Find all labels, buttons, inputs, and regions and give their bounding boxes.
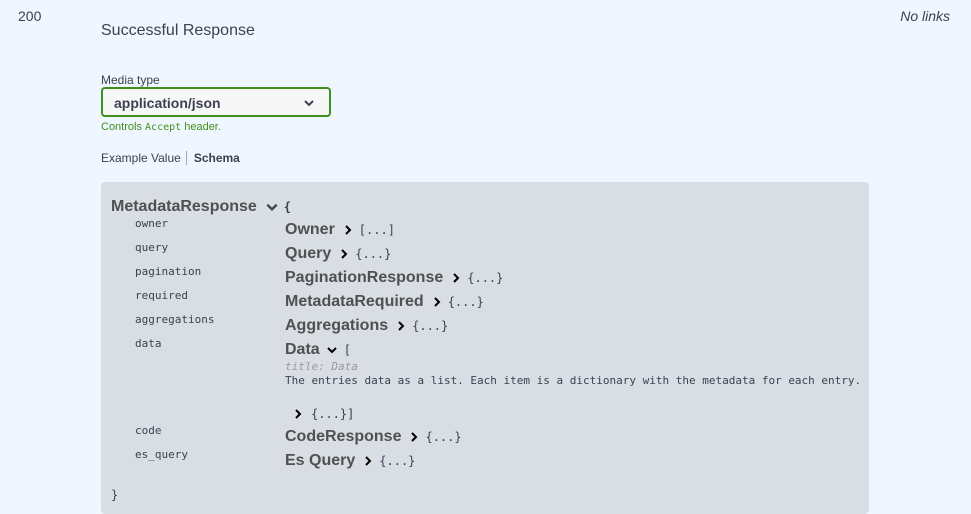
prop-type-data[interactable]: Data [ <box>285 341 351 359</box>
prop-type-required[interactable]: MetadataRequired {...} <box>285 293 484 311</box>
data-description: The entries data as a list. Each item is… <box>285 374 862 387</box>
model-header[interactable]: MetadataResponse { <box>111 198 291 216</box>
chevron-right-icon[interactable] <box>409 431 419 443</box>
prop-name-data: data <box>135 337 162 350</box>
chevron-right-icon[interactable] <box>343 224 353 236</box>
collapsed-value: {...} <box>467 271 504 285</box>
chevron-right-icon[interactable] <box>293 408 303 420</box>
tab-schema[interactable]: Schema <box>187 151 240 165</box>
type-name: PaginationResponse <box>285 269 444 286</box>
media-type-select[interactable]: application/json <box>101 87 331 117</box>
open-brace: { <box>283 200 291 214</box>
prop-type-query[interactable]: Query {...} <box>285 245 391 263</box>
controls-accept-note: Controls Accept header. <box>101 121 221 133</box>
prop-type-pagination[interactable]: PaginationResponse {...} <box>285 269 503 287</box>
prop-type-owner[interactable]: Owner [...] <box>285 221 395 239</box>
type-name: Aggregations <box>285 317 389 334</box>
prop-name-code: code <box>135 424 162 437</box>
type-name: Owner <box>285 221 335 238</box>
open-bracket: [ <box>343 343 351 357</box>
controls-code: Accept <box>145 122 182 133</box>
collapsed-value: {...} <box>447 295 484 309</box>
prop-name-owner: owner <box>135 217 169 230</box>
example-schema-tabs: Example Value Schema <box>101 151 240 165</box>
type-name: MetadataRequired <box>285 293 424 310</box>
collapsed-value: {...} <box>412 319 449 333</box>
chevron-right-icon[interactable] <box>363 455 373 467</box>
controls-prefix: Controls <box>101 121 142 133</box>
items-collapsed: {...}] <box>311 407 355 421</box>
controls-suffix: header. <box>184 121 221 133</box>
chevron-down-icon <box>304 100 314 107</box>
collapsed-value: [...] <box>358 223 395 237</box>
type-name: Query <box>285 245 332 262</box>
collapsed-value: {...} <box>355 247 392 261</box>
chevron-down-icon[interactable] <box>326 344 338 356</box>
prop-name-pagination: pagination <box>135 265 202 278</box>
prop-name-query: query <box>135 241 169 254</box>
prop-type-aggregations[interactable]: Aggregations {...} <box>285 317 448 335</box>
prop-name-required: required <box>135 289 188 302</box>
chevron-right-icon[interactable] <box>451 272 461 284</box>
no-links-text: No links <box>900 8 950 24</box>
type-name: Data <box>285 341 320 358</box>
prop-type-code[interactable]: CodeResponse {...} <box>285 428 462 446</box>
chevron-right-icon[interactable] <box>432 296 442 308</box>
data-items[interactable]: {...}] <box>293 407 354 421</box>
type-name: Es Query <box>285 452 356 469</box>
chevron-right-icon[interactable] <box>396 320 406 332</box>
schema-panel: MetadataResponse { owner Owner [...] que… <box>101 182 869 514</box>
prop-name-es-query: es_query <box>135 448 188 461</box>
response-code: 200 <box>18 8 42 24</box>
prop-name-aggregations: aggregations <box>135 313 215 326</box>
data-title: title: Data <box>285 360 358 373</box>
close-brace: } <box>111 488 119 502</box>
tab-example-value[interactable]: Example Value <box>101 151 186 165</box>
type-name: CodeResponse <box>285 428 402 445</box>
response-description: Successful Response <box>101 22 255 39</box>
prop-type-es-query[interactable]: Es Query {...} <box>285 452 415 470</box>
media-type-label: Media type <box>101 73 160 87</box>
chevron-right-icon[interactable] <box>339 248 349 260</box>
collapsed-value: {...} <box>379 454 416 468</box>
media-type-value: application/json <box>114 95 221 111</box>
model-name: MetadataResponse <box>111 198 257 215</box>
chevron-down-icon[interactable] <box>265 200 279 214</box>
collapsed-value: {...} <box>425 430 462 444</box>
